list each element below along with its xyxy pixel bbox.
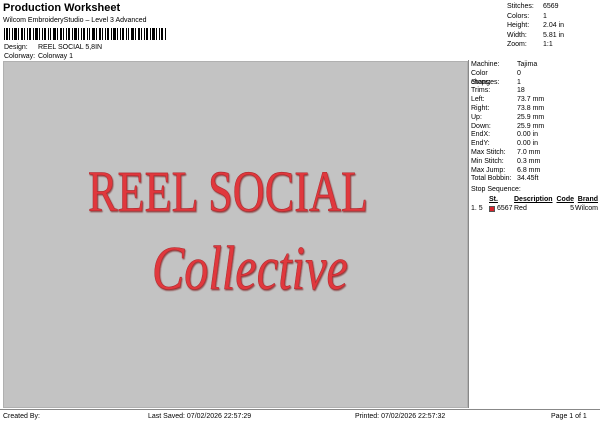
summary-value: 1	[543, 12, 547, 20]
worksheet-header: Production Worksheet Wilcom EmbroiderySt…	[3, 2, 469, 60]
stop-sequence-table: St. Description Code Brand 1. 5 6567 Red…	[471, 195, 598, 213]
footer-printed: Printed: 07/02/2026 22:57:32	[355, 413, 446, 420]
artwork-line-2: Collective	[152, 235, 348, 303]
row-stitches-cell: 6567	[489, 204, 514, 213]
machine-value: 0	[517, 69, 521, 77]
row-code: 5	[570, 205, 574, 212]
machine-label: Up:	[471, 113, 482, 121]
summary-row: Height: 2.04 in	[507, 21, 597, 31]
design-row: Design: REEL SOCIAL 5,8IN	[4, 43, 102, 52]
machine-value: 73.8 mm	[517, 104, 545, 112]
header-code: Code	[556, 196, 575, 203]
footer-page-number: Page 1 of 1	[551, 413, 587, 420]
thread-color-swatch	[489, 205, 495, 212]
design-value: REEL SOCIAL 5,8IN	[38, 44, 103, 51]
machine-row: Down: 25.9 mm	[471, 123, 598, 132]
machine-value: 7.0 mm	[517, 148, 541, 156]
machine-value: 34.45ft	[517, 175, 539, 183]
machine-row: Min Stitch: 0.3 mm	[471, 158, 598, 167]
colorway-label: Colorway:	[4, 53, 36, 60]
machine-label: Stops:	[471, 78, 491, 86]
machine-value: Tajima	[517, 61, 538, 68]
machine-row: Stops: 1	[471, 79, 598, 88]
machine-label: Machine:	[471, 61, 500, 68]
machine-value: 0.3 mm	[517, 157, 541, 165]
worksheet-page: Production Worksheet Wilcom EmbroiderySt…	[0, 0, 600, 424]
machine-label: Down:	[471, 122, 491, 130]
summary-value: 6569	[543, 3, 559, 10]
machine-value: 0.00 in	[517, 140, 539, 148]
machine-label: Min Stitch:	[471, 157, 504, 165]
machine-value: 18	[517, 87, 525, 95]
machine-label: Right:	[471, 104, 490, 112]
summary-value: 1:1	[543, 41, 553, 48]
design-summary: Stitches: 6569 Colors: 1 Height: 2.04 in Wi…	[507, 2, 597, 50]
summary-row: Stitches: 6569	[507, 2, 597, 12]
machine-value: 0.00 in	[517, 131, 539, 139]
footer-last-saved: Last Saved: 07/02/2026 22:57:29	[148, 413, 252, 420]
machine-row: Left: 73.7 mm	[471, 96, 598, 105]
machine-value: 6.8 mm	[517, 166, 541, 174]
machine-row: EndX: 0.00 in	[471, 131, 598, 140]
row-number: 1.	[471, 205, 477, 212]
embroidery-artwork: REEL SOCIAL Collective	[88, 159, 369, 304]
summary-label: Zoom:	[507, 41, 527, 48]
header-blank	[471, 195, 489, 204]
machine-value: 25.9 mm	[517, 122, 545, 130]
footer-created-by: Created By:	[3, 413, 40, 420]
header-st: St.	[489, 196, 498, 203]
machine-row: Color changes: 0	[471, 69, 598, 86]
machine-row: Up: 25.9 mm	[471, 114, 598, 123]
machine-label: Max Stitch:	[471, 148, 506, 156]
colorway-row: Colorway: Colorway 1	[4, 52, 73, 61]
machine-row: Max Stitch: 7.0 mm	[471, 149, 598, 158]
machine-label: Left:	[471, 96, 485, 104]
colorway-value: Colorway 1	[38, 53, 74, 60]
machine-label: EndX:	[471, 131, 491, 139]
stop-sequence-title: Stop Sequence:	[471, 186, 521, 193]
summary-value: 2.04 in	[543, 22, 565, 29]
machine-row: Total Bobbin: 34.45ft	[471, 175, 598, 184]
summary-label: Colors:	[507, 12, 530, 20]
machine-value: 73.7 mm	[517, 96, 545, 104]
machine-row: Machine: Tajima	[471, 61, 598, 70]
summary-row: Colors: 1	[507, 12, 597, 22]
summary-label: Height:	[507, 22, 530, 29]
summary-row: Zoom: 1:1	[507, 40, 597, 50]
machine-row: Max Jump: 6.8 mm	[471, 167, 598, 176]
header-description: Description	[514, 196, 553, 203]
machine-label: Total Bobbin:	[471, 175, 512, 183]
design-label: Design:	[4, 44, 28, 51]
summary-row: Width: 5.81 in	[507, 31, 597, 41]
software-subtitle: Wilcom EmbroideryStudio – Level 3 Advanc…	[3, 17, 147, 24]
table-row: 1. 5 6567 Red 5 Wilcom	[471, 204, 598, 213]
artwork-line-1: REEL SOCIAL	[88, 159, 368, 224]
page-title: Production Worksheet	[3, 2, 121, 14]
summary-label: Stitches:	[507, 3, 534, 10]
machine-row: Right: 73.8 mm	[471, 105, 598, 114]
stop-sequence-header: St. Description Code Brand	[471, 195, 598, 204]
header-brand: Brand	[577, 196, 598, 203]
summary-value: 5.81 in	[543, 31, 565, 39]
machine-label: EndY:	[471, 140, 490, 148]
machine-value: 1	[517, 78, 521, 86]
machine-label: Color changes:	[471, 69, 500, 86]
row-index: 1. 5	[471, 204, 489, 213]
machine-label: Max Jump:	[471, 166, 506, 174]
footer-divider	[0, 409, 600, 410]
row-brand: Wilcom	[575, 205, 598, 212]
machine-label: Trims:	[471, 87, 491, 95]
machine-row: EndY: 0.00 in	[471, 140, 598, 149]
panel-divider	[468, 60, 469, 408]
row-stitches: 6567	[497, 205, 513, 212]
machine-row: Trims: 18	[471, 87, 598, 96]
row-stop: 5	[478, 205, 483, 212]
summary-label: Width:	[507, 31, 527, 39]
machine-value: 25.9 mm	[517, 113, 545, 121]
barcode-image	[4, 28, 166, 40]
row-description: Red	[514, 205, 527, 212]
machine-info: Machine: Tajima Color changes: 0 Stops: 1 T…	[471, 61, 598, 184]
design-preview: REEL SOCIAL Collective	[3, 61, 468, 408]
